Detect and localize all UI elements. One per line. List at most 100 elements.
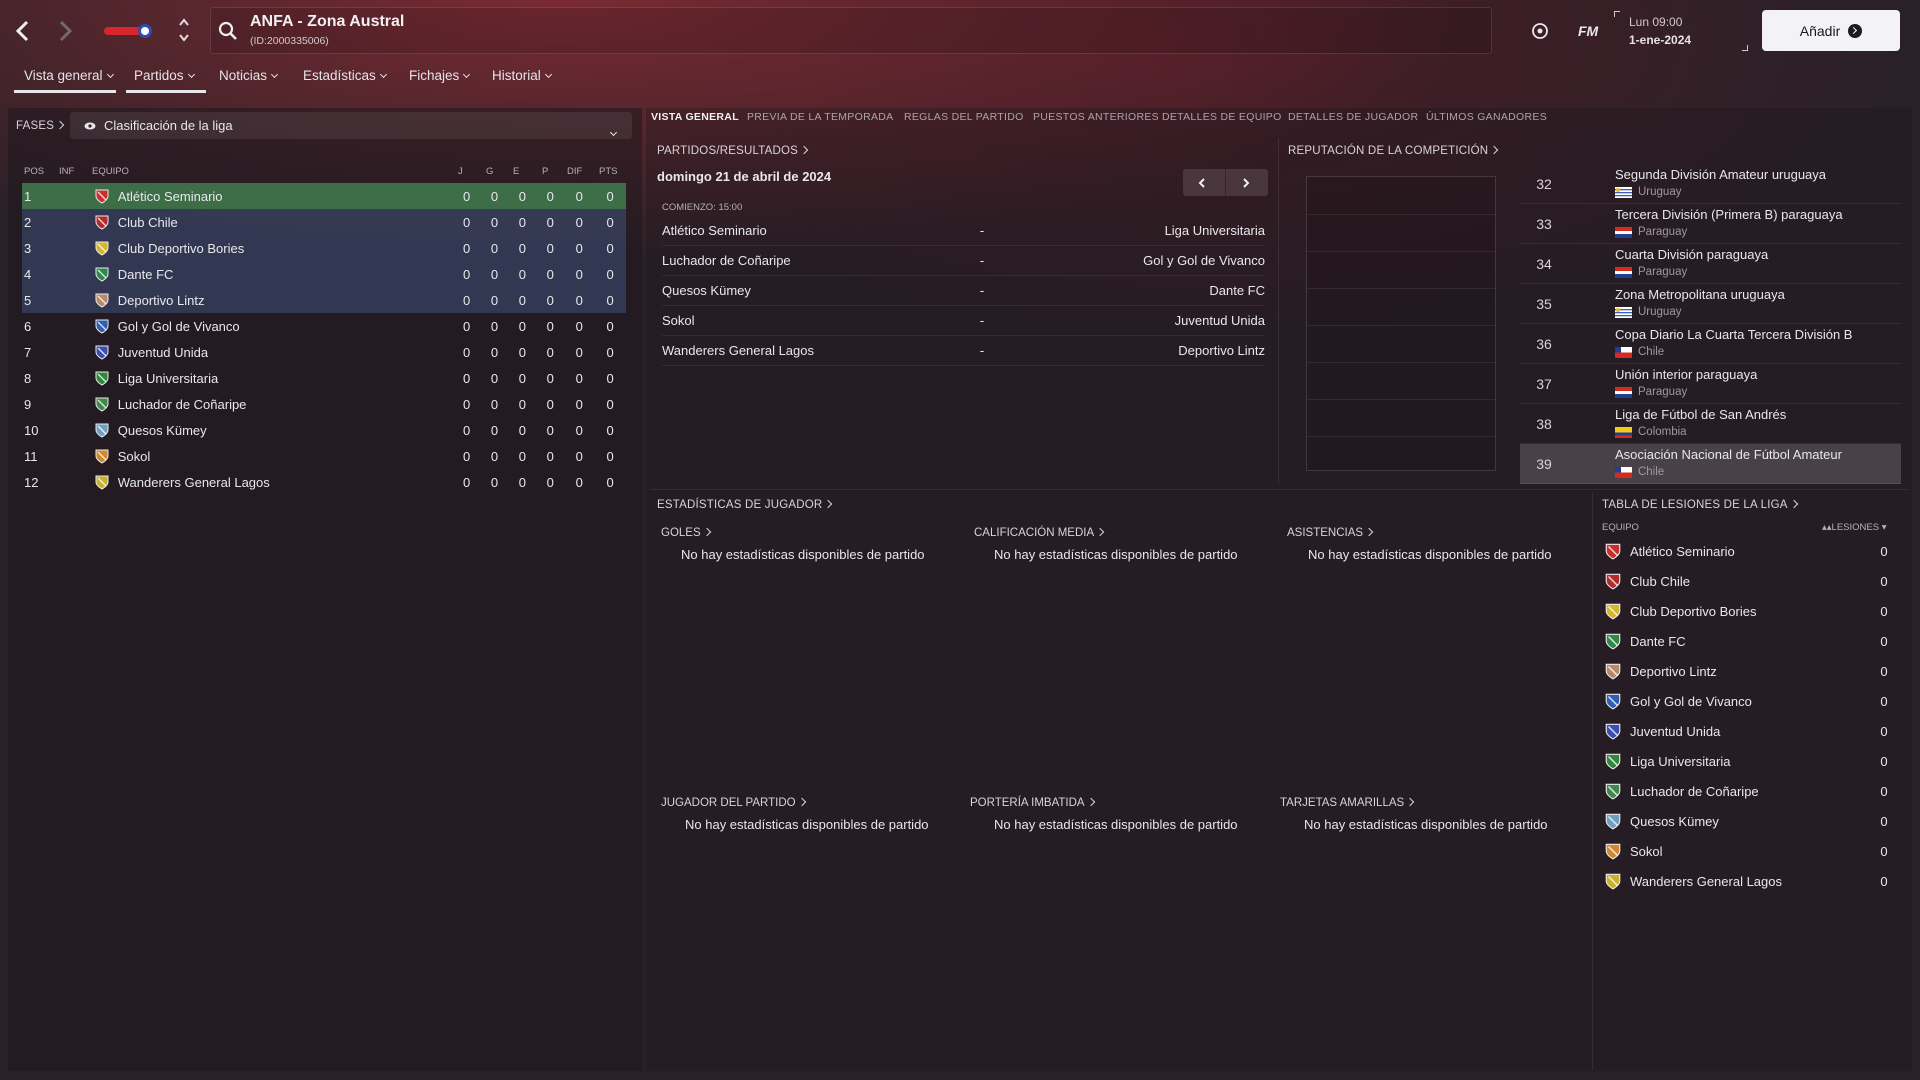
table-row[interactable]: 10 Quesos Kümey 0 0 0 0 0 0: [22, 417, 626, 443]
injury-row[interactable]: Dante FC 0: [1604, 626, 1900, 656]
team-name[interactable]: Dante FC: [118, 267, 453, 282]
competition-name[interactable]: Copa Diario La Cuarta Tercera División B: [1615, 327, 1852, 342]
game-date[interactable]: 1-ene-2024: [1629, 33, 1691, 47]
away-team[interactable]: Gol y Gol de Vivanco: [1002, 253, 1265, 268]
team-name[interactable]: Gol y Gol de Vivanco: [118, 319, 453, 334]
table-row[interactable]: 7 Juventud Unida 0 0 0 0 0 0: [22, 339, 626, 365]
nav-stats[interactable]: Estadísticas: [303, 68, 387, 83]
injury-row[interactable]: Gol y Gol de Vivanco 0: [1604, 686, 1900, 716]
away-team[interactable]: Dante FC: [1002, 283, 1265, 298]
tab-7[interactable]: ÚLTIMOS GANADORES: [1426, 111, 1547, 123]
team-name[interactable]: Luchador de Coñaripe: [118, 397, 453, 412]
col-lost[interactable]: P: [542, 166, 548, 177]
table-row[interactable]: 11 Sokol 0 0 0 0 0 0: [22, 443, 626, 469]
team-name[interactable]: Club Chile: [118, 215, 453, 230]
nav-history[interactable]: Historial: [492, 68, 552, 83]
fixture-row[interactable]: Sokol - Juventud Unida: [662, 306, 1265, 336]
add-button[interactable]: Añadir: [1762, 10, 1900, 51]
team-name[interactable]: Liga Universitaria: [1630, 754, 1868, 769]
col-drawn[interactable]: E: [513, 166, 519, 177]
rating-link[interactable]: CALIFICACIÓN MEDIA: [974, 527, 1105, 539]
injury-row[interactable]: Deportivo Lintz 0: [1604, 656, 1900, 686]
team-name[interactable]: Juventud Unida: [118, 345, 453, 360]
goals-link[interactable]: GOLES: [661, 527, 711, 539]
forward-arrow-icon[interactable]: [56, 20, 74, 42]
reputation-item[interactable]: 37 Unión interior paraguaya Paraguay: [1520, 364, 1901, 404]
reputation-item[interactable]: 36 Copa Diario La Cuarta Tercera División…: [1520, 324, 1901, 364]
nav-matches[interactable]: Partidos: [134, 68, 195, 83]
reputation-item[interactable]: 32 Segunda División Amateur uruguaya Urugu…: [1520, 164, 1901, 204]
search-icon[interactable]: [218, 21, 238, 41]
team-name[interactable]: Deportivo Lintz: [1630, 664, 1868, 679]
prev-arrow-icon[interactable]: [1197, 177, 1207, 189]
home-team[interactable]: Wanderers General Lagos: [662, 343, 962, 358]
table-row[interactable]: 2 Club Chile 0 0 0 0 0 0: [22, 209, 626, 235]
tab-4[interactable]: PUESTOS ANTERIORES: [1033, 111, 1159, 123]
col-inf[interactable]: INF: [59, 166, 74, 177]
home-team[interactable]: Quesos Kümey: [662, 283, 962, 298]
table-row[interactable]: 4 Dante FC 0 0 0 0 0 0: [22, 261, 626, 287]
up-down-arrows-icon[interactable]: [178, 17, 190, 43]
fixture-row[interactable]: Atlético Seminario - Liga Universitaria: [662, 216, 1265, 246]
team-name[interactable]: Wanderers General Lagos: [1630, 874, 1868, 889]
injury-row[interactable]: Sokol 0: [1604, 836, 1900, 866]
injury-row[interactable]: Luchador de Coñaripe 0: [1604, 776, 1900, 806]
col-diff[interactable]: DIF: [567, 166, 582, 177]
team-name[interactable]: Atlético Seminario: [1630, 544, 1868, 559]
team-name[interactable]: Quesos Kümey: [1630, 814, 1868, 829]
competition-name[interactable]: Tercera División (Primera B) paraguaya: [1615, 207, 1843, 222]
competition-name[interactable]: Segunda División Amateur uruguaya: [1615, 167, 1826, 182]
team-name[interactable]: Quesos Kümey: [118, 423, 453, 438]
clean-sheets-link[interactable]: PORTERÍA IMBATIDA: [970, 797, 1095, 809]
fixture-row[interactable]: Luchador de Coñaripe - Gol y Gol de Vivanc…: [662, 246, 1265, 276]
team-name[interactable]: Dante FC: [1630, 634, 1868, 649]
nav-transfers[interactable]: Fichajes: [409, 68, 471, 83]
tab-5[interactable]: DETALLES DE EQUIPO: [1162, 111, 1282, 123]
reputation-item[interactable]: 33 Tercera División (Primera B) paraguaya…: [1520, 204, 1901, 244]
injury-row[interactable]: Club Deportivo Bories 0: [1604, 596, 1900, 626]
reputation-item[interactable]: 38 Liga de Fútbol de San Andrés Colombia: [1520, 404, 1901, 444]
assists-link[interactable]: ASISTENCIAS: [1287, 527, 1374, 539]
competition-name[interactable]: Liga de Fútbol de San Andrés: [1615, 407, 1786, 422]
col-points[interactable]: PTS: [599, 166, 617, 177]
reputation-item[interactable]: 39 Asociación Nacional de Fútbol Amateur C…: [1520, 444, 1901, 484]
table-row[interactable]: 5 Deportivo Lintz 0 0 0 0 0 0: [22, 287, 626, 313]
tab-3[interactable]: REGLAS DEL PARTIDO: [904, 111, 1024, 123]
table-row[interactable]: 12 Wanderers General Lagos 0 0 0 0 0 0: [22, 469, 626, 495]
table-row[interactable]: 3 Club Deportivo Bories 0 0 0 0 0 0: [22, 235, 626, 261]
reputation-item[interactable]: 34 Cuarta División paraguaya Paraguay: [1520, 244, 1901, 284]
team-name[interactable]: Deportivo Lintz: [118, 293, 453, 308]
phase-select[interactable]: Clasificación de la liga: [70, 112, 632, 139]
competition-name[interactable]: Unión interior paraguaya: [1615, 367, 1757, 382]
team-name[interactable]: Wanderers General Lagos: [118, 475, 453, 490]
reputation-link[interactable]: REPUTACIÓN DE LA COMPETICIÓN: [1288, 145, 1499, 157]
team-name[interactable]: Sokol: [1630, 844, 1868, 859]
nav-overview[interactable]: Vista general: [24, 68, 114, 83]
team-name[interactable]: Club Deportivo Bories: [118, 241, 453, 256]
tab-6[interactable]: DETALLES DE JUGADOR: [1288, 111, 1418, 123]
team-name[interactable]: Juventud Unida: [1630, 724, 1868, 739]
ball-icon[interactable]: [1531, 22, 1549, 40]
yellow-cards-link[interactable]: TARJETAS AMARILLAS: [1280, 797, 1415, 809]
tab-1[interactable]: VISTA GENERAL: [651, 111, 739, 123]
col-injuries[interactable]: ▴▴LESIONES ▾: [1822, 522, 1887, 533]
home-team[interactable]: Luchador de Coñaripe: [662, 253, 962, 268]
table-row[interactable]: 6 Gol y Gol de Vivanco 0 0 0 0 0 0: [22, 313, 626, 339]
injury-row[interactable]: Club Chile 0: [1604, 566, 1900, 596]
col-pos[interactable]: POS: [24, 166, 44, 177]
injury-row[interactable]: Wanderers General Lagos 0: [1604, 866, 1900, 896]
injuries-link[interactable]: TABLA DE LESIONES DE LA LIGA: [1602, 499, 1798, 511]
motm-link[interactable]: JUGADOR DEL PARTIDO: [661, 797, 806, 809]
injury-row[interactable]: Liga Universitaria 0: [1604, 746, 1900, 776]
col-team[interactable]: EQUIPO: [92, 166, 129, 177]
injury-row[interactable]: Atlético Seminario 0: [1604, 536, 1900, 566]
table-row[interactable]: 9 Luchador de Coñaripe 0 0 0 0 0 0: [22, 391, 626, 417]
home-team[interactable]: Sokol: [662, 313, 962, 328]
team-name[interactable]: Club Deportivo Bories: [1630, 604, 1868, 619]
player-stats-link[interactable]: ESTADÍSTICAS DE JUGADOR: [657, 499, 833, 511]
team-name[interactable]: Liga Universitaria: [118, 371, 453, 386]
col-won[interactable]: G: [486, 166, 493, 177]
competition-name[interactable]: Cuarta División paraguaya: [1615, 247, 1768, 262]
team-name[interactable]: Sokol: [118, 449, 453, 464]
next-arrow-icon[interactable]: [1241, 177, 1251, 189]
